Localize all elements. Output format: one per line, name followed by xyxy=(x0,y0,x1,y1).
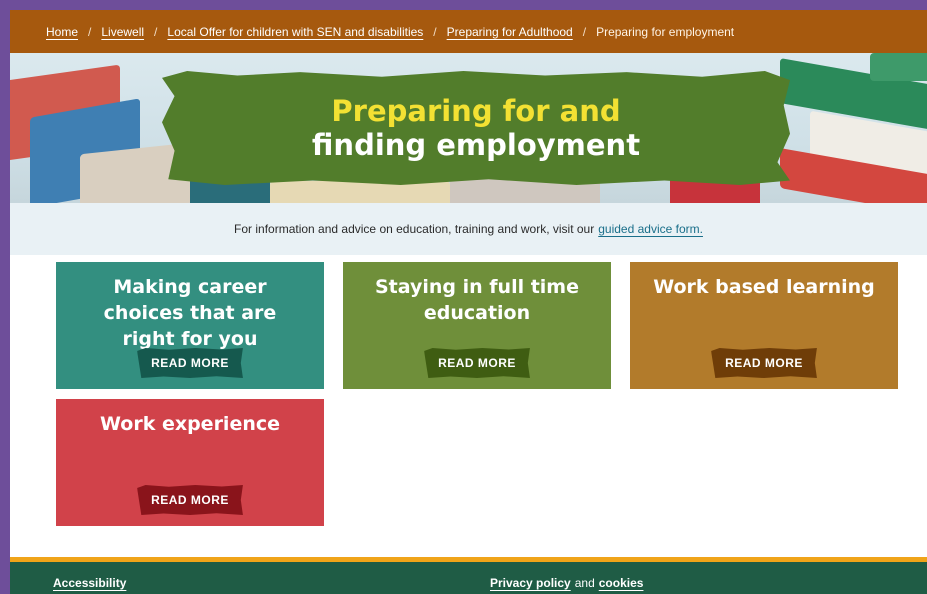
card-full-time-education[interactable]: Staying in full time education READ MORE xyxy=(343,262,611,389)
read-more-button[interactable]: READ MORE xyxy=(424,348,530,378)
info-strip: For information and advice on education,… xyxy=(10,203,927,255)
breadcrumb-separator: / xyxy=(582,24,587,39)
page-title-line2: finding employment xyxy=(311,128,641,162)
accessibility-link[interactable]: Accessibility xyxy=(53,576,126,590)
cookies-link[interactable]: cookies xyxy=(599,576,644,590)
site-footer: Accessibility Privacy policy and cookies xyxy=(10,557,927,594)
privacy-policy-link[interactable]: Privacy policy xyxy=(490,576,571,590)
breadcrumb-livewell[interactable]: Livewell xyxy=(101,25,144,39)
breadcrumb-home[interactable]: Home xyxy=(46,25,78,39)
breadcrumb: Home / Livewell / Local Offer for childr… xyxy=(10,10,927,53)
read-more-button[interactable]: READ MORE xyxy=(137,485,243,515)
breadcrumb-preparing-adulthood[interactable]: Preparing for Adulthood xyxy=(447,25,573,39)
card-grid: Making career choices that are right for… xyxy=(10,255,927,544)
card-work-based-learning[interactable]: Work based learning READ MORE xyxy=(630,262,898,389)
info-text: For information and advice on education,… xyxy=(234,222,595,236)
hero-banner: Preparing for and finding employment xyxy=(10,53,927,203)
card-work-experience[interactable]: Work experience READ MORE xyxy=(56,399,324,526)
footer-and-text: and xyxy=(574,576,595,590)
read-more-button[interactable]: READ MORE xyxy=(711,348,817,378)
breadcrumb-local-offer[interactable]: Local Offer for children with SEN and di… xyxy=(167,25,423,39)
breadcrumb-separator: / xyxy=(433,24,437,39)
hero-book xyxy=(270,181,450,203)
page-frame: Home / Livewell / Local Offer for childr… xyxy=(10,10,927,594)
hero-book xyxy=(870,53,927,81)
breadcrumb-separator: / xyxy=(154,24,158,39)
footer-legal-links: Privacy policy and cookies xyxy=(490,576,643,590)
card-title: Work based learning xyxy=(653,276,875,298)
card-career-choices[interactable]: Making career choices that are right for… xyxy=(56,262,324,389)
guided-advice-link[interactable]: guided advice form. xyxy=(598,222,703,236)
breadcrumb-current: Preparing for employment xyxy=(596,24,735,39)
card-title: Making career choices that are right for… xyxy=(103,276,277,350)
breadcrumb-separator: / xyxy=(88,24,92,39)
card-title: Staying in full time education xyxy=(374,276,579,324)
page-title: Preparing for and finding employment xyxy=(162,71,790,185)
read-more-button[interactable]: READ MORE xyxy=(137,348,243,378)
page-title-line1: Preparing for and xyxy=(331,94,621,128)
card-title: Work experience xyxy=(99,413,281,435)
